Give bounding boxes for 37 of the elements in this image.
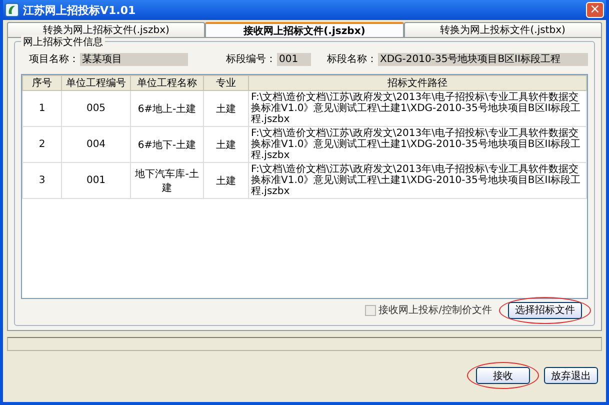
table-cell: 土建 xyxy=(204,162,248,198)
table-cell: 地下汽车库-土建 xyxy=(130,162,204,198)
dialog-button[interactable]: 接收 xyxy=(476,367,530,384)
field-label: 标段名称： xyxy=(326,52,378,66)
column-header[interactable]: 单位工程名称 xyxy=(130,76,204,90)
tab[interactable]: 转换为网上招标文件(.jszbx) xyxy=(7,22,206,37)
input-field[interactable]: 某某项目 xyxy=(80,52,188,66)
checkbox-label: 接收网上投标/控制价文件 xyxy=(378,304,492,317)
table-cell: 土建 xyxy=(204,90,248,126)
input-field[interactable]: XDG-2010-35号地块项目B区II标段工程 xyxy=(378,52,588,66)
table-cell: 001 xyxy=(62,162,130,198)
table-cell: F:\文档\造价文档\江苏\政府发文\2013年\电子招投标\专业工具软件数据交换标准V1.0》意见\测试工程\土建1\XDG-2010-35号地块项目B区II标段工程.jszbx xyxy=(248,90,586,126)
field-label: 项目名称： xyxy=(28,53,80,66)
table-cell: 6#地下-土建 xyxy=(130,126,204,162)
app-icon xyxy=(5,3,19,17)
table-cell: F:\文档\造价文档\江苏\政府发文\2013年\电子招投标\专业工具软件数据交换标准V1.0》意见\测试工程\土建1\XDG-2010-35号地块项目B区II标段工程.jszbx xyxy=(248,162,586,198)
table-cell: 1 xyxy=(22,90,62,126)
input-field[interactable]: 001 xyxy=(277,52,311,66)
dialog-button[interactable]: 放弃退出 xyxy=(544,367,598,384)
table-cell: 3 xyxy=(22,162,62,198)
tab[interactable]: 转换为网上投标文件(.jstbx) xyxy=(404,22,602,37)
close-button[interactable]: × xyxy=(586,2,604,18)
table-cell: F:\文档\造价文档\江苏\政府发文\2013年\电子招投标\专业工具软件数据交换标准V1.0》意见\测试工程\土建1\XDG-2010-35号地块项目B区II标段工程.jszbx xyxy=(248,126,586,162)
group-title: 网上招标文件信息 xyxy=(21,35,105,49)
table-cell: 004 xyxy=(62,126,130,162)
column-header[interactable]: 专业 xyxy=(204,76,248,90)
column-header[interactable]: 序号 xyxy=(22,76,62,90)
column-header[interactable]: 单位工程编号 xyxy=(62,76,130,90)
window-title: 江苏网上招投标V1.01 xyxy=(23,2,137,18)
table-cell: 2 xyxy=(22,126,62,162)
table-cell: 005 xyxy=(62,90,130,126)
field-label: 标段编号： xyxy=(225,52,277,66)
table-cell: 6#地上-土建 xyxy=(130,90,204,126)
table-cell: 土建 xyxy=(204,126,248,162)
column-header[interactable]: 招标文件路径 xyxy=(248,76,586,90)
tab[interactable]: 接收网上招标文件(.jszbx) xyxy=(205,22,404,37)
select-file-button[interactable]: 选择招标文件 xyxy=(508,302,582,318)
